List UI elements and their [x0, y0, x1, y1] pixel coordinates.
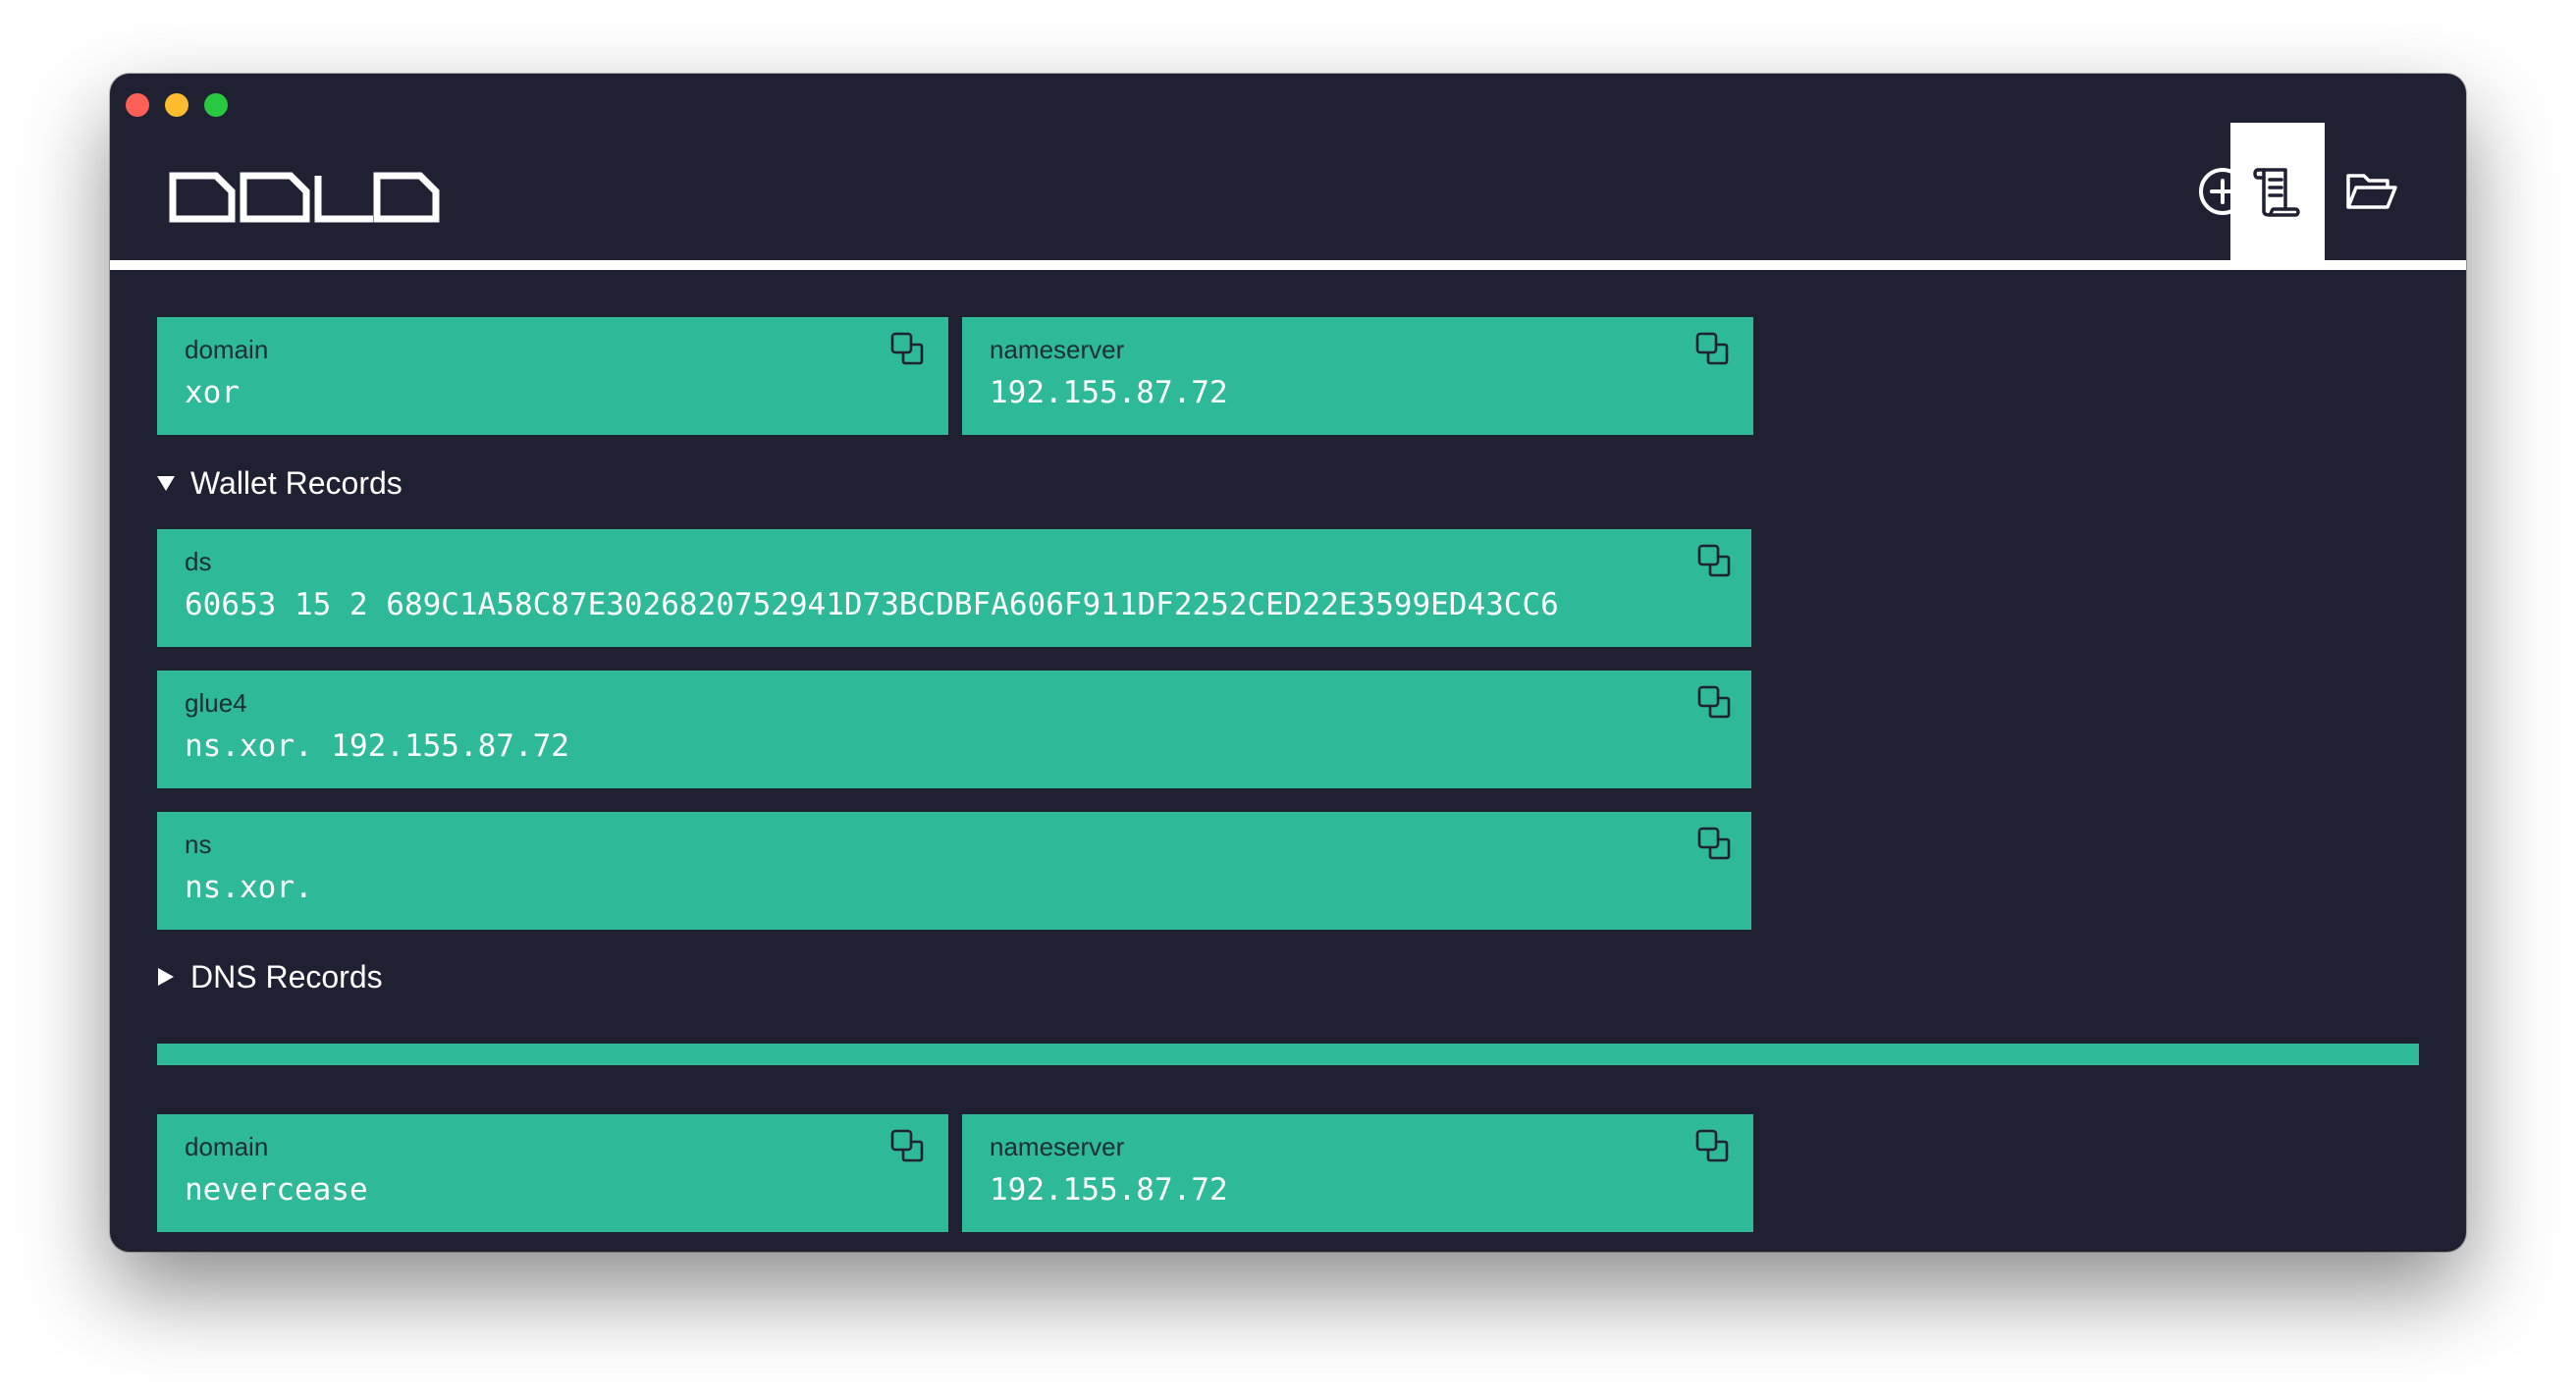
- record-value: ns.xor. 192.155.87.72: [185, 728, 569, 764]
- copy-icon[interactable]: [889, 1128, 925, 1163]
- caret-down-icon: [157, 476, 175, 491]
- domain-card: domain xor: [157, 317, 948, 435]
- nameserver-label: nameserver: [990, 1132, 1125, 1161]
- open-folder-button[interactable]: [2325, 123, 2419, 260]
- nameserver-card: nameserver 192.155.87.72: [962, 1114, 1753, 1232]
- copy-icon[interactable]: [1694, 331, 1730, 366]
- copy-icon[interactable]: [1696, 543, 1732, 578]
- record-card-ns: ns ns.xor.: [157, 812, 1751, 930]
- minimize-window-button[interactable]: [165, 93, 188, 117]
- record-card-glue4: glue4 ns.xor. 192.155.87.72: [157, 671, 1751, 788]
- app-window: domain xor nameserver 192.155.87.72 Wall…: [110, 74, 2466, 1252]
- domain-label: domain: [185, 1132, 269, 1161]
- nameserver-label: nameserver: [990, 335, 1125, 364]
- nameserver-value: 192.155.87.72: [990, 1172, 1228, 1208]
- domain-card: domain nevercease: [157, 1114, 948, 1232]
- dns-records-title: DNS Records: [190, 958, 383, 995]
- maximize-window-button[interactable]: [204, 93, 228, 117]
- copy-icon[interactable]: [1694, 1128, 1730, 1163]
- records-view-button[interactable]: [2230, 123, 2325, 260]
- domain-label: domain: [185, 335, 269, 364]
- entry-separator: [157, 1044, 2419, 1065]
- caret-right-icon: [158, 968, 174, 986]
- nameserver-card: nameserver 192.155.87.72: [962, 317, 1753, 435]
- copy-icon[interactable]: [1696, 826, 1732, 861]
- wallet-records-toggle[interactable]: Wallet Records: [157, 463, 402, 503]
- domain-value: xor: [185, 375, 240, 410]
- wallet-records-title: Wallet Records: [190, 464, 402, 501]
- copy-icon[interactable]: [1696, 684, 1732, 720]
- folder-open-icon: [2346, 174, 2397, 209]
- record-card-ds: ds 60653 15 2 689C1A58C87E3026820752941D…: [157, 529, 1751, 647]
- copy-icon[interactable]: [889, 331, 925, 366]
- nameserver-value: 192.155.87.72: [990, 375, 1228, 410]
- domain-value: nevercease: [185, 1172, 368, 1208]
- dns-records-toggle[interactable]: DNS Records: [157, 957, 383, 996]
- record-label: ns: [185, 830, 212, 859]
- record-label: ds: [185, 547, 212, 576]
- dolo-logo: [169, 172, 440, 223]
- window-controls: [126, 93, 228, 117]
- record-value: 60653 15 2 689C1A58C87E3026820752941D73B…: [185, 587, 1559, 622]
- record-label: glue4: [185, 688, 247, 718]
- scroll-document-icon: [2253, 168, 2300, 217]
- record-value: ns.xor.: [185, 870, 313, 905]
- header-divider: [110, 260, 2466, 270]
- close-window-button[interactable]: [126, 93, 149, 117]
